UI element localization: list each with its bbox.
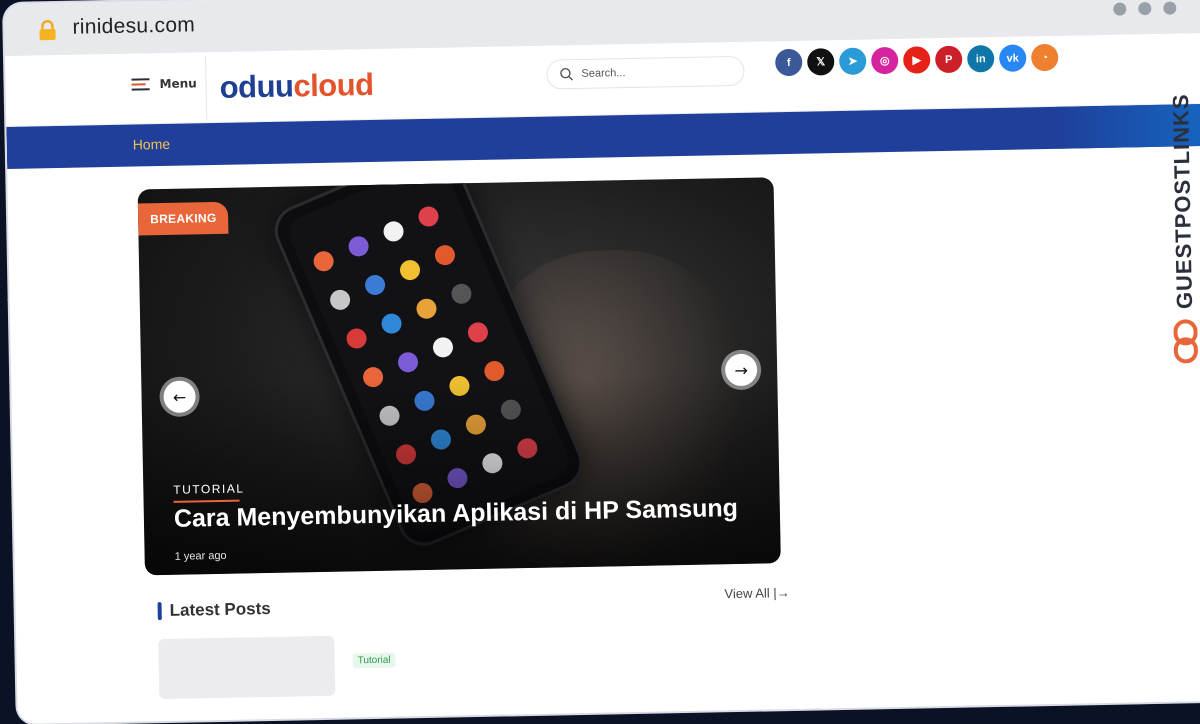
post-time: 1 year ago [174, 549, 227, 563]
instagram-icon[interactable]: ◎ [870, 46, 899, 75]
youtube-icon[interactable]: ▶ [902, 46, 931, 74]
search-input[interactable] [579, 64, 724, 81]
telegram-icon[interactable]: ➤ [838, 47, 867, 75]
window-controls [1113, 1, 1177, 16]
window-dot[interactable] [1163, 1, 1177, 15]
nav-item-home[interactable]: Home [133, 136, 171, 153]
website: Menu oduucloud f𝕏➤◎▶Pinvk◔ Home [4, 32, 1200, 724]
guestpostlinks-watermark: GUESTPOSTLINKS [1164, 93, 1200, 394]
browser-window: rinidesu.com Menu oduucloud Search... f … [4, 0, 1200, 724]
site-logo[interactable]: oduucloud [219, 67, 374, 106]
menu-label: Menu [159, 76, 197, 92]
logo-text-part1: oduu [219, 68, 294, 105]
social-links: f 𝕏 ➤ ◎ ▶ Pin vk ◔ [775, 43, 1059, 77]
latest-posts-title: Latest Posts [169, 598, 271, 620]
post-tag[interactable]: Tutorial [352, 652, 396, 669]
menu-button[interactable]: Menu [131, 74, 197, 93]
vk-icon[interactable]: vk [998, 44, 1027, 72]
post-category[interactable]: TUTORIAL [173, 481, 244, 496]
breaking-badge: BREAKING [137, 201, 229, 236]
featured-slider[interactable]: BREAKING ← → TUTORIAL Cara Menyembunyika… [137, 177, 781, 576]
window-dot[interactable] [1113, 2, 1127, 16]
x-icon[interactable]: 𝕏 [807, 48, 835, 76]
linkedin-icon[interactable]: in [966, 45, 995, 73]
watermark-text: GUESTPOSTLINKS [1167, 93, 1198, 310]
facebook-icon[interactable]: f [775, 48, 803, 77]
address-bar-url[interactable]: rinidesu.com [72, 13, 195, 39]
lock-icon [39, 20, 56, 41]
view-all-link[interactable]: View All |→ [724, 585, 790, 601]
pinterest-icon[interactable]: P [934, 45, 963, 74]
post-thumbnail[interactable] [158, 635, 336, 700]
hamburger-icon [131, 75, 150, 93]
arrow-left-icon: ← [172, 387, 187, 407]
header-divider [205, 56, 208, 121]
search-icon [560, 68, 574, 81]
chain-link-icon [1173, 319, 1198, 364]
window-dot[interactable] [1138, 1, 1152, 16]
logo-text-part2: cloud [293, 66, 374, 104]
latest-posts-heading: Latest Posts [157, 598, 271, 621]
search-box[interactable] [546, 55, 745, 90]
heading-accent-bar [157, 602, 162, 621]
rss-icon[interactable]: ◔ [1030, 43, 1059, 72]
arrow-right-icon: → [734, 360, 749, 380]
